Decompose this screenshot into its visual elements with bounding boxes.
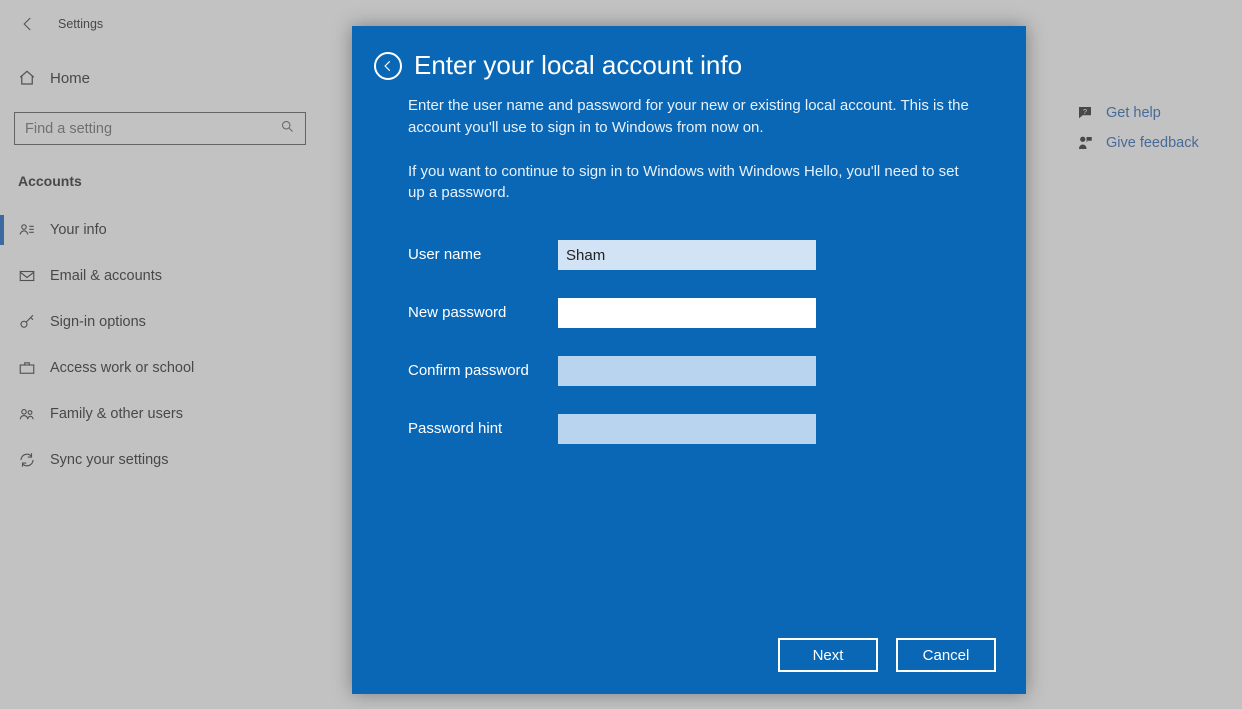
dialog-paragraph-2: If you want to continue to sign in to Wi… bbox=[408, 161, 970, 205]
new-password-label: New password bbox=[408, 302, 558, 324]
dialog-back-button[interactable] bbox=[374, 52, 402, 80]
next-button[interactable]: Next bbox=[778, 638, 878, 672]
local-account-dialog: Enter your local account info Enter the … bbox=[352, 26, 1026, 694]
password-hint-label: Password hint bbox=[408, 418, 558, 440]
new-password-field[interactable] bbox=[558, 298, 816, 328]
username-label: User name bbox=[408, 244, 558, 266]
cancel-button[interactable]: Cancel bbox=[896, 638, 996, 672]
next-button-label: Next bbox=[813, 647, 844, 664]
confirm-password-label: Confirm password bbox=[408, 360, 558, 382]
username-field[interactable] bbox=[558, 240, 816, 270]
cancel-button-label: Cancel bbox=[923, 647, 970, 664]
password-hint-field[interactable] bbox=[558, 414, 816, 444]
dialog-paragraph-1: Enter the user name and password for you… bbox=[408, 95, 970, 139]
dialog-title: Enter your local account info bbox=[414, 50, 742, 81]
confirm-password-field[interactable] bbox=[558, 356, 816, 386]
account-form: User name New password Confirm password … bbox=[408, 240, 970, 444]
